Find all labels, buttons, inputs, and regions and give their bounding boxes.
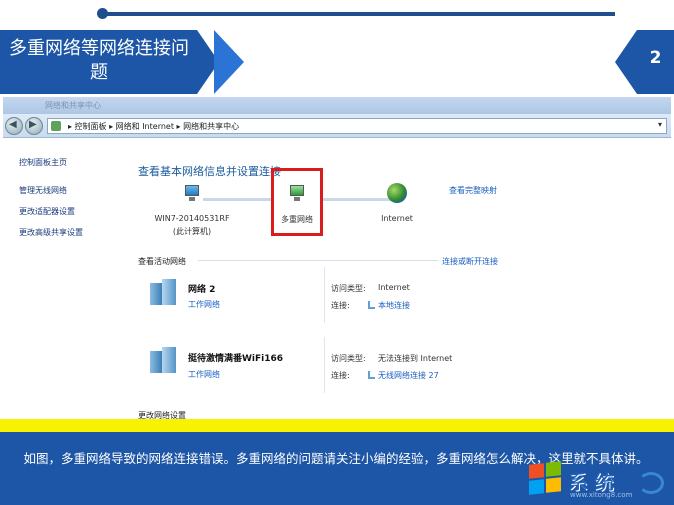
highlight-box bbox=[271, 168, 323, 236]
caption-accent-strip bbox=[0, 419, 674, 432]
computer-node[interactable]: WIN7-20140531RF (此计算机) bbox=[150, 185, 234, 237]
ethernet-icon bbox=[368, 301, 375, 309]
sidebar-item-home[interactable]: 控制面板主页 bbox=[19, 157, 67, 168]
internet-label: Internet bbox=[381, 214, 413, 223]
watermark-url: www.xitong8.com bbox=[570, 491, 633, 499]
network-1-access-value: Internet bbox=[378, 283, 410, 292]
header-line bbox=[100, 12, 615, 16]
address-field[interactable]: ▸ 控制面板 ▸ 网络和 Internet ▸ 网络和共享中心 ▾ bbox=[47, 118, 667, 134]
wifi-icon bbox=[368, 371, 375, 379]
computer-name: WIN7-20140531RF bbox=[154, 214, 230, 223]
forward-arrow-icon: ▶ bbox=[29, 119, 37, 130]
windows-logo-icon bbox=[527, 461, 563, 496]
main-content: 查看基本网络信息并设置连接 查看完整映射 WIN7-20140531RF (此计… bbox=[128, 139, 671, 419]
column-divider bbox=[324, 337, 325, 393]
network-bench-icon bbox=[150, 347, 176, 373]
network-1-access-label: 访问类型: bbox=[331, 284, 366, 293]
address-bar: ◀ ▶ ▸ 控制面板 ▸ 网络和 Internet ▸ 网络和共享中心 ▾ bbox=[3, 114, 671, 138]
network-2-name: 挺待激情满番WiFi166 bbox=[188, 354, 284, 364]
section-divider bbox=[198, 260, 438, 261]
sidebar-item-sharing[interactable]: 更改高级共享设置 bbox=[19, 227, 83, 238]
control-panel-icon bbox=[51, 121, 61, 131]
network-1-name: 网络 2 bbox=[188, 285, 216, 295]
network-2-conn-label: 连接: bbox=[331, 371, 350, 380]
title-arrow-light bbox=[214, 30, 244, 94]
breadcrumb: ▸ 控制面板 ▸ 网络和 Internet ▸ 网络和共享中心 bbox=[68, 122, 240, 131]
internet-node[interactable]: Internet bbox=[374, 183, 420, 223]
network-2-conn-value: 无线网络连接 27 bbox=[378, 371, 439, 380]
network-2-conn-link[interactable]: 无线网络连接 27 bbox=[368, 370, 439, 381]
network-2-type-link[interactable]: 工作网络 bbox=[188, 369, 220, 380]
page-number-arrow bbox=[615, 30, 637, 94]
change-settings-title: 更改网络设置 bbox=[138, 411, 186, 419]
sidebar: 控制面板主页 管理无线网络 更改适配器设置 更改高级共享设置 bbox=[3, 139, 128, 419]
slide-title: 多重网络等网络连接问题 bbox=[9, 38, 189, 83]
chevron-down-icon[interactable]: ▾ bbox=[658, 120, 662, 129]
watermark-swirl-icon bbox=[638, 472, 664, 494]
computer-icon bbox=[182, 185, 202, 202]
page-number: 2 bbox=[649, 48, 662, 68]
network-1-conn-label: 连接: bbox=[331, 301, 350, 310]
slide-caption: 如图，多重网络导致的网络连接错误。多重网络的问题请关注小编的经验，多重网络怎么解… bbox=[23, 451, 649, 466]
column-divider bbox=[324, 267, 325, 323]
forward-button[interactable]: ▶ bbox=[25, 117, 43, 135]
network-1-conn-value: 本地连接 bbox=[378, 301, 410, 310]
network-2-access-value: 无法连接到 Internet bbox=[378, 354, 453, 363]
page-title: 查看基本网络信息并设置连接 bbox=[138, 165, 281, 178]
globe-icon bbox=[387, 183, 407, 203]
network-bench-icon bbox=[150, 279, 176, 305]
back-arrow-icon: ◀ bbox=[9, 119, 17, 130]
network-1-conn-link[interactable]: 本地连接 bbox=[368, 300, 410, 311]
sidebar-item-wireless[interactable]: 管理无线网络 bbox=[19, 185, 67, 196]
connect-disconnect-link[interactable]: 连接或断开连接 bbox=[442, 256, 498, 267]
network-center-screenshot: 网络和共享中心 ◀ ▶ ▸ 控制面板 ▸ 网络和 Internet ▸ 网络和共… bbox=[3, 97, 671, 419]
window-title: 网络和共享中心 bbox=[45, 101, 101, 110]
back-button[interactable]: ◀ bbox=[5, 117, 23, 135]
header-dot bbox=[97, 8, 108, 19]
active-networks-title: 查看活动网络 bbox=[138, 257, 186, 266]
full-map-link[interactable]: 查看完整映射 bbox=[449, 185, 497, 196]
network-2-access-label: 访问类型: bbox=[331, 354, 366, 363]
sidebar-item-adapter[interactable]: 更改适配器设置 bbox=[19, 206, 75, 217]
window-title-bar: 网络和共享中心 bbox=[3, 97, 671, 114]
computer-sub: (此计算机) bbox=[172, 227, 212, 236]
network-1-type-link[interactable]: 工作网络 bbox=[188, 299, 220, 310]
